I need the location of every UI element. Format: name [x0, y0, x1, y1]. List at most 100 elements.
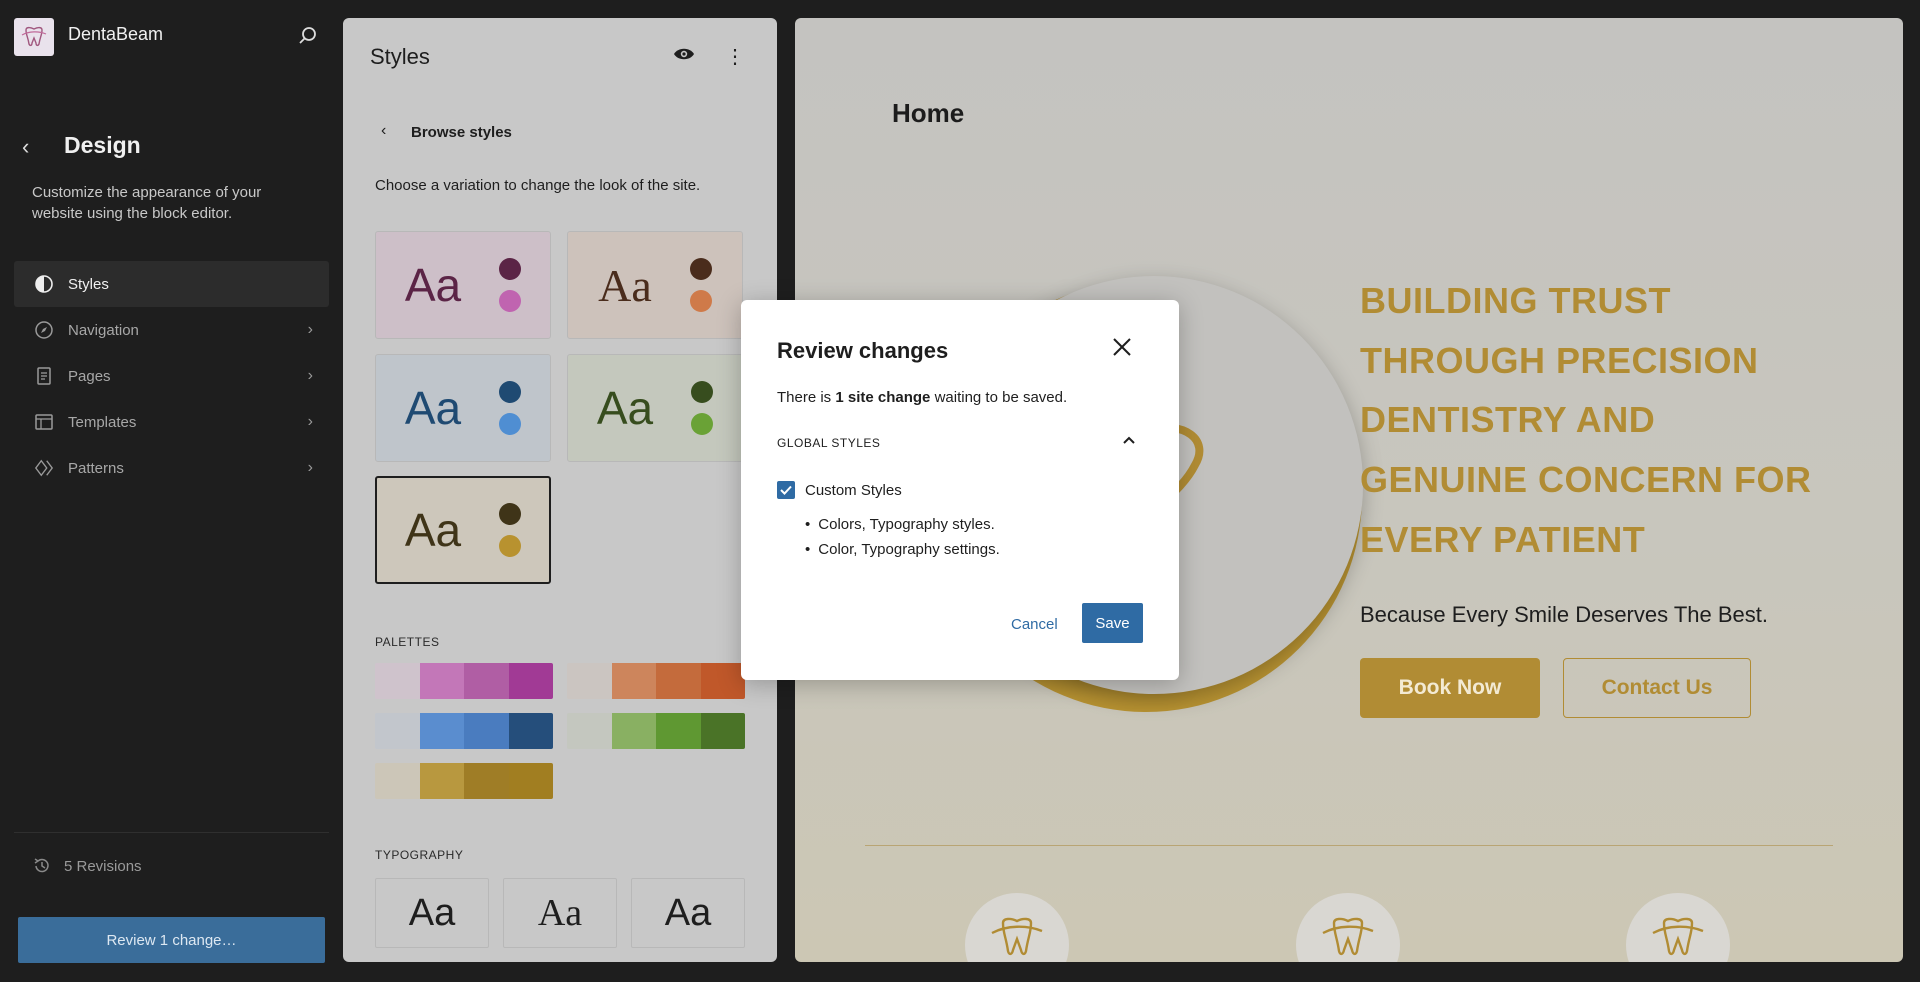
list-item: Colors, Typography styles. [805, 516, 1000, 533]
section-title: Design [64, 132, 141, 158]
color-dot [499, 258, 522, 280]
chevron-right-icon: › [307, 321, 313, 338]
message-text: waiting to be saved. [930, 389, 1068, 406]
book-now-button[interactable]: Book Now [1360, 658, 1540, 718]
review-changes-button[interactable]: Review 1 change… [18, 917, 325, 963]
save-button[interactable]: Save [1082, 603, 1143, 643]
typography-label: TYPOGRAPHY [375, 848, 464, 862]
color-dot [499, 535, 522, 557]
palette-option[interactable] [567, 713, 745, 749]
palette-swatch [508, 763, 553, 799]
palette-swatch [700, 713, 745, 749]
palette-swatch [419, 763, 464, 799]
dialog-message: There is 1 site change waiting to be sav… [777, 389, 1067, 406]
custom-styles-checkbox[interactable] [777, 481, 795, 499]
more-options-icon[interactable]: ⋮ [725, 44, 745, 69]
divider [865, 845, 1833, 846]
palette-swatch [567, 663, 612, 699]
compass-icon [34, 320, 54, 340]
color-dot [499, 381, 522, 403]
palette-option[interactable] [375, 763, 553, 799]
tooth-logo-icon [21, 26, 47, 47]
palette-swatch [464, 713, 509, 749]
tooth-icon [1626, 893, 1730, 962]
changes-list: Colors, Typography styles. Color, Typogr… [805, 516, 1000, 566]
style-variation-card[interactable]: Aa [567, 354, 743, 462]
color-dot [499, 413, 522, 435]
chevron-up-icon[interactable] [1121, 432, 1137, 453]
palette-swatch [567, 713, 612, 749]
palette-option[interactable] [375, 713, 553, 749]
layout-icon [34, 412, 54, 432]
style-variation-card[interactable]: Aa [375, 354, 551, 462]
message-count: 1 site change [835, 389, 931, 406]
hero-headline: EVERY PATIENT [1360, 519, 1646, 560]
palette-swatch [611, 713, 656, 749]
color-dot [691, 381, 714, 403]
typography-option[interactable]: Aa [631, 878, 745, 948]
chevron-right-icon: › [307, 459, 313, 476]
page-title: Home [892, 98, 965, 128]
revisions-label: 5 Revisions [64, 857, 142, 875]
sidebar-item-label: Templates [68, 413, 137, 431]
sidebar-item-label: Navigation [68, 321, 139, 339]
message-text: There is [777, 389, 836, 406]
chevron-right-icon: › [307, 413, 313, 430]
section-description: Customize the appearance of your website… [32, 184, 262, 222]
back-arrow-icon[interactable]: ‹ [22, 134, 29, 160]
palette-swatch [375, 663, 420, 699]
tooth-icon [965, 893, 1069, 962]
browse-styles-heading: Browse styles [411, 124, 512, 141]
palette-option[interactable] [567, 663, 745, 699]
color-dot [691, 413, 714, 435]
sidebar-item-patterns[interactable]: Patterns › [14, 445, 329, 491]
style-variation-card[interactable]: Aa [375, 231, 551, 339]
palette-option[interactable] [375, 663, 553, 699]
checkbox-label: Custom Styles [805, 482, 902, 499]
sidebar-item-templates[interactable]: Templates › [14, 399, 329, 445]
variation-sample-text: Aa [404, 382, 462, 434]
color-dots [499, 258, 522, 312]
site-logo[interactable] [14, 18, 54, 56]
palette-swatch [656, 713, 701, 749]
variation-sample-text: Aa [404, 259, 462, 311]
palette-swatch [464, 663, 509, 699]
variation-sample-text: Aa [596, 382, 654, 434]
check-icon [780, 485, 792, 495]
palette-swatch [419, 713, 464, 749]
palette-swatch [656, 663, 701, 699]
search-icon[interactable] [298, 26, 318, 51]
page-icon [34, 366, 54, 386]
palette-swatch [508, 663, 553, 699]
site-name[interactable]: DentaBeam [68, 24, 163, 45]
revisions-link[interactable]: 5 Revisions [32, 856, 142, 876]
color-dots [691, 381, 714, 435]
cancel-button[interactable]: Cancel [1011, 616, 1058, 633]
palette-swatch [700, 663, 745, 699]
typography-option[interactable]: Aa [503, 878, 617, 948]
style-variation-card[interactable]: Aa [375, 476, 551, 584]
history-icon [32, 856, 52, 876]
color-dot [499, 290, 522, 312]
sidebar-item-styles[interactable]: Styles [14, 261, 329, 307]
close-icon[interactable] [1111, 336, 1133, 363]
contact-us-button[interactable]: Contact Us [1563, 658, 1751, 718]
typography-option[interactable]: Aa [375, 878, 489, 948]
chevron-right-icon: › [307, 367, 313, 384]
sidebar: DentaBeam ‹ Design Customize the appeara… [0, 0, 343, 982]
style-variation-card[interactable]: Aa [567, 231, 743, 339]
variation-sample-text: Aa [598, 259, 652, 311]
choose-variation-text: Choose a variation to change the look of… [375, 177, 701, 194]
palette-swatch [375, 763, 420, 799]
back-arrow-icon[interactable]: ‹ [381, 122, 386, 140]
hero-headline: THROUGH PRECISION [1360, 340, 1759, 381]
sidebar-item-navigation[interactable]: Navigation › [14, 307, 329, 353]
color-dots [499, 503, 522, 557]
divider [14, 832, 329, 833]
color-dot [689, 258, 712, 280]
sidebar-item-pages[interactable]: Pages › [14, 353, 329, 399]
hero-headline: DENTISTRY AND [1360, 399, 1656, 440]
color-dots [689, 258, 712, 312]
color-dot [499, 503, 522, 525]
eye-icon[interactable] [673, 46, 695, 67]
